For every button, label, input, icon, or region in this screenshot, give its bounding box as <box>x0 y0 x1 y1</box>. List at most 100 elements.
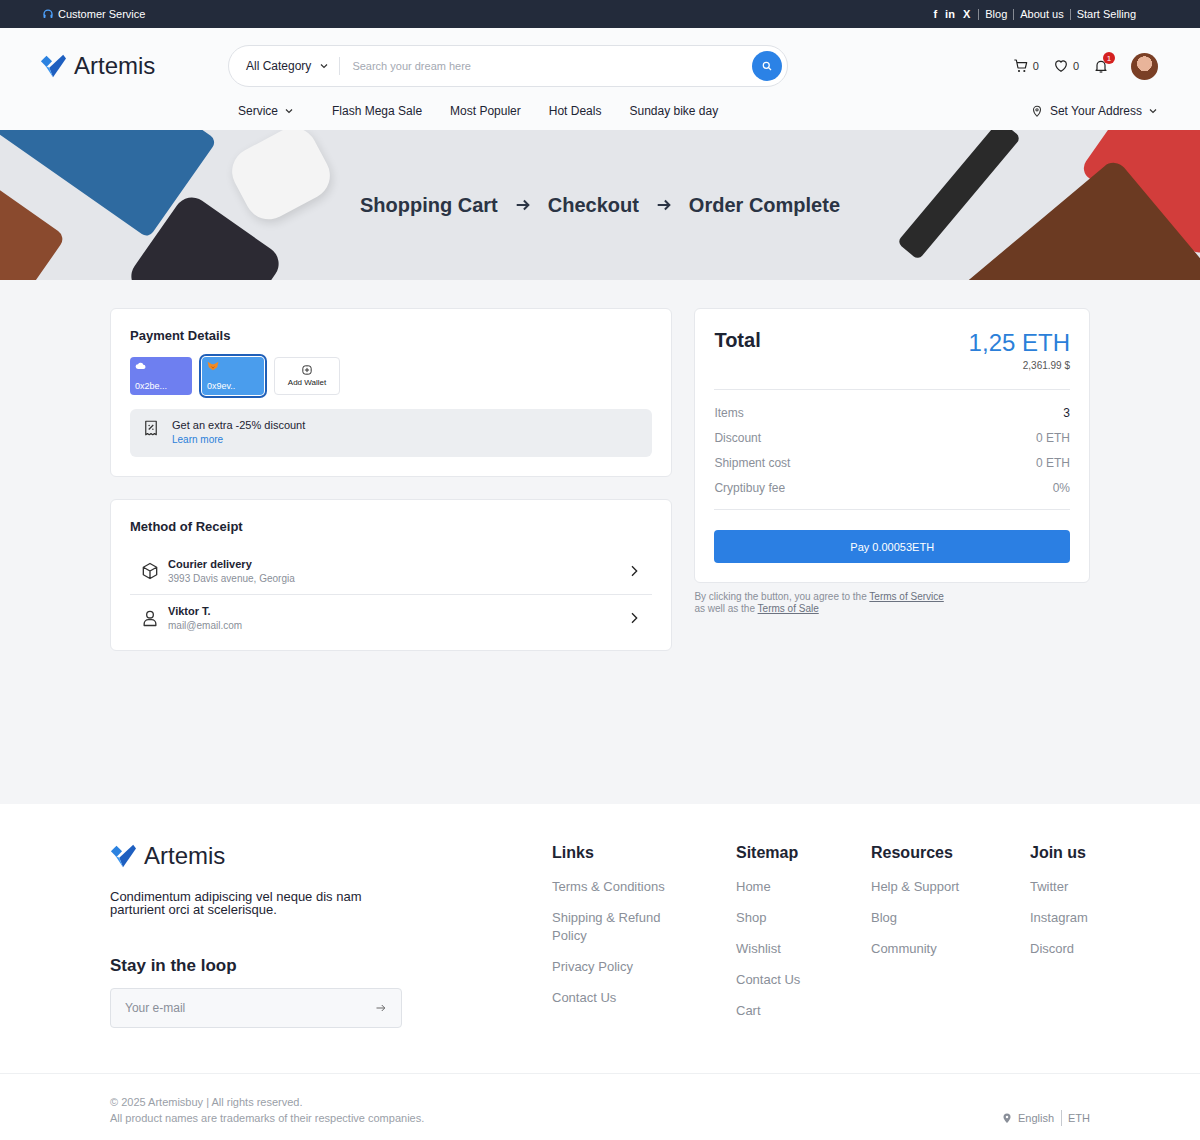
top-bar: Customer Service fin X BlogAbout usStart Se… <box>0 0 1200 28</box>
search-icon <box>761 60 773 72</box>
social-link[interactable]: in <box>945 8 955 20</box>
address-selector[interactable]: Set Your Address <box>1030 104 1158 118</box>
cart-icon <box>1013 58 1029 74</box>
search-button[interactable] <box>752 51 782 81</box>
pay-button[interactable]: Pay 0.00053ETH <box>714 530 1070 563</box>
footer-link[interactable]: Wishlist <box>736 940 871 958</box>
footer-link[interactable]: Twitter <box>1030 878 1090 896</box>
wishlist-button[interactable]: 0 <box>1053 58 1079 74</box>
nav-item[interactable]: Flash Mega Sale <box>332 104 422 118</box>
terms-of-sale-link[interactable]: Terms of Sale <box>758 603 819 614</box>
footer-link[interactable]: Community <box>871 940 1030 958</box>
product-image <box>224 130 339 228</box>
total-title: Total <box>714 329 760 352</box>
footer-link[interactable]: Shop <box>736 909 871 927</box>
top-link[interactable]: Blog <box>978 9 1013 20</box>
search-input[interactable] <box>350 59 752 73</box>
category-select[interactable]: All Category <box>246 59 329 73</box>
summary-row: Shipment cost0 ETH <box>714 456 1070 472</box>
nav-item[interactable]: Hot Deals <box>549 104 602 118</box>
footer-link[interactable]: Terms & Conditions <box>552 878 682 896</box>
plus-icon <box>302 365 312 375</box>
footer-link[interactable]: Contact Us <box>736 971 871 989</box>
language-selector[interactable]: English <box>1018 1110 1054 1126</box>
summary-row: Items3 <box>714 406 1070 422</box>
heart-icon <box>1053 58 1069 74</box>
location-pin-icon <box>1001 1112 1013 1124</box>
user-icon <box>140 608 160 628</box>
receipt-option[interactable]: Viktor T.mail@email.com <box>130 594 652 640</box>
fox-wallet-icon <box>207 361 219 371</box>
social-link[interactable]: f <box>933 8 937 20</box>
product-image <box>897 130 1021 260</box>
nav-item[interactable]: Most Populer <box>450 104 521 118</box>
footer-column-title: Links <box>552 842 736 862</box>
footer-link[interactable]: Instagram <box>1030 909 1090 927</box>
location-pin-icon <box>1030 104 1044 118</box>
learn-more-link[interactable]: Learn more <box>172 434 305 445</box>
terms-of-service-link[interactable]: Terms of Service <box>869 591 943 602</box>
logo-text: Artemis <box>74 52 155 80</box>
footer-link[interactable]: Discord <box>1030 940 1090 958</box>
receipt-option-subtitle: 3993 Davis avenue, Georgia <box>168 573 618 584</box>
chevron-down-icon <box>1148 106 1158 116</box>
logo[interactable]: Artemis <box>40 52 228 80</box>
footer-link[interactable]: Shipping & Refund Policy <box>552 909 682 945</box>
category-label: All Category <box>246 59 311 73</box>
top-link[interactable]: About us <box>1013 9 1069 20</box>
arrow-right-icon[interactable] <box>375 1002 387 1014</box>
footer-bottom: © 2025 Artemisbuy | All rights reserved.… <box>0 1073 1200 1140</box>
checkout-steps: Shopping CartCheckoutOrder Complete <box>360 194 840 217</box>
logo-icon <box>40 53 66 79</box>
checkout-page: Customer ServicefinXBlogAbout usStart Se… <box>0 0 1200 1140</box>
social-link[interactable]: X <box>963 8 970 20</box>
footer-column-title: Resources <box>871 842 1030 862</box>
add-wallet-button[interactable]: Add Wallet <box>274 357 340 395</box>
logo-icon <box>110 843 136 869</box>
nav-item[interactable]: Service <box>238 104 294 118</box>
card-title: Method of Receipt <box>130 519 652 534</box>
customer-service[interactable]: Customer Service <box>42 8 145 20</box>
wallet-card[interactable]: 0x9ev.. <box>202 357 264 395</box>
email-input[interactable] <box>123 1000 375 1016</box>
copyright: © 2025 Artemisbuy | All rights reserved. <box>110 1094 424 1110</box>
discount-promo: Get an extra -25% discountLearn more <box>130 409 652 457</box>
method-of-receipt-card: Method of Receipt Courier delivery3993 Da… <box>110 499 672 651</box>
wishlist-count: 0 <box>1073 60 1079 72</box>
receipt-option[interactable]: Courier delivery3993 Davis avenue, Georg… <box>130 548 652 594</box>
checkout-content: Payment Details0x2be...0x9ev..Add Wallet… <box>0 280 1200 804</box>
footer-link[interactable]: Blog <box>871 909 1030 927</box>
customer-service-label: Customer Service <box>58 8 145 20</box>
footer-link[interactable]: Contact Us <box>552 989 682 1007</box>
header-actions: 0 0 1 <box>1013 53 1158 80</box>
footer-link[interactable]: Home <box>736 878 871 896</box>
footer-column: Resources Help & Support Blog Community <box>871 842 1030 1033</box>
wallet-address: 0x2be... <box>135 381 187 391</box>
wallet-list: 0x2be... 0x9ev.. Add Wallet <box>130 357 652 395</box>
notifications-button[interactable]: 1 <box>1093 58 1109 74</box>
footer-logo[interactable]: Artemis <box>110 842 552 870</box>
wallet-card[interactable]: 0x2be... <box>130 357 192 395</box>
footer-column-title: Sitemap <box>736 842 871 862</box>
footer-description: Condimentum adipiscing vel neque dis nam… <box>110 890 410 916</box>
footer-link[interactable]: Help & Support <box>871 878 1030 896</box>
footer-column: Links Terms & Conditions Shipping & Refund… <box>552 842 736 1033</box>
user-avatar[interactable] <box>1131 53 1158 80</box>
currency-selector[interactable]: ETH <box>1061 1110 1090 1126</box>
nav-item[interactable]: Sunday bike day <box>629 104 718 118</box>
cart-button[interactable]: 0 <box>1013 58 1039 74</box>
top-links: fin X BlogAbout usStart Selling <box>933 8 1142 20</box>
chevron-down-icon <box>319 61 329 71</box>
summary-row: Discount0 ETH <box>714 431 1070 447</box>
footer-link[interactable]: Cart <box>736 1002 871 1020</box>
chevron-right-icon <box>626 563 642 579</box>
top-link[interactable]: Start Selling <box>1070 9 1142 20</box>
arrow-right-icon <box>514 196 532 214</box>
main-nav: Service Flash Mega Sale Most Populer Hot De… <box>40 104 1158 118</box>
footer-link[interactable]: Privacy Policy <box>552 958 682 976</box>
receipt-option-subtitle: mail@email.com <box>168 620 618 631</box>
payment-details-card: Payment Details0x2be...0x9ev..Add Wallet… <box>110 308 672 477</box>
checkout-step: Order Complete <box>689 194 840 217</box>
summary-row: Cryptibuy fee0% <box>714 481 1070 497</box>
checkout-step: Shopping Cart <box>360 194 498 217</box>
